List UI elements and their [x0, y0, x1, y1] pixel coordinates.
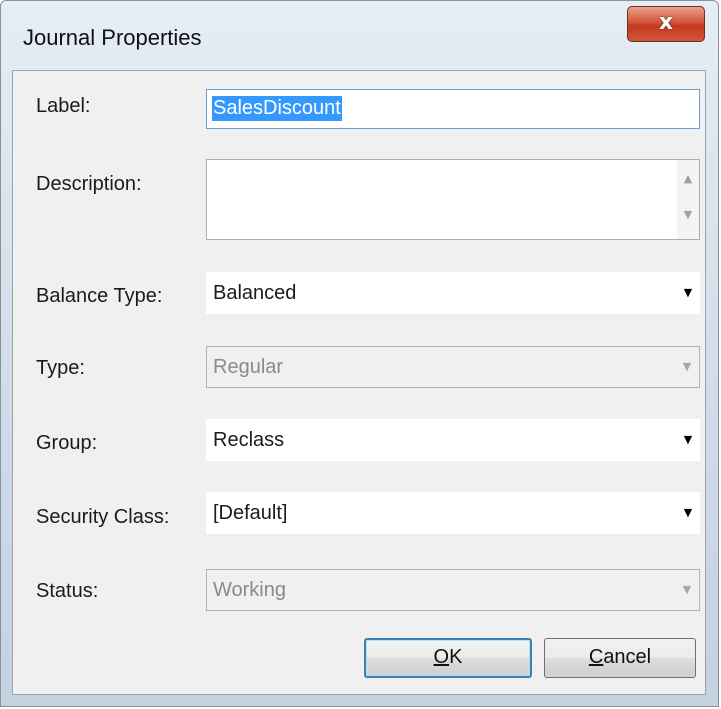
dialog-client-area: Label: SalesDiscount Description: ▲ ▼ Ba…	[12, 70, 706, 695]
close-icon: x	[658, 10, 674, 35]
type-dropdown: Regular ▼	[206, 346, 700, 388]
ok-button-label-rest: K	[449, 646, 463, 668]
description-field-label: Description:	[36, 173, 142, 195]
balance-type-field-label: Balance Type:	[36, 285, 163, 307]
close-button[interactable]: x	[627, 6, 705, 42]
group-value: Reclass	[213, 429, 285, 451]
cancel-button[interactable]: Cancel	[544, 638, 696, 678]
label-input-value: SalesDiscount	[212, 96, 342, 121]
security-class-field-label: Security Class:	[36, 506, 170, 528]
window-title: Journal Properties	[23, 25, 202, 50]
balance-type-dropdown[interactable]: Balanced ▼	[206, 272, 700, 314]
chevron-down-icon[interactable]: ▼	[676, 272, 700, 314]
scroll-down-arrow-icon[interactable]: ▼	[677, 208, 699, 221]
chevron-down-icon[interactable]: ▼	[676, 492, 700, 534]
chevron-down-icon: ▼	[682, 583, 692, 596]
group-field-label: Group:	[36, 432, 98, 454]
group-dropdown[interactable]: Reclass ▼	[206, 419, 700, 461]
description-input[interactable]: ▲ ▼	[206, 159, 700, 240]
label-input[interactable]: SalesDiscount	[206, 89, 700, 129]
scroll-up-arrow-icon[interactable]: ▲	[677, 172, 699, 185]
title-bar[interactable]: Journal Properties x	[1, 1, 718, 71]
balance-type-value: Balanced	[213, 282, 297, 304]
status-dropdown: Working ▼	[206, 569, 700, 611]
status-field-label: Status:	[36, 580, 99, 602]
ok-button[interactable]: OK	[364, 638, 532, 678]
chevron-down-icon: ▼	[682, 360, 692, 373]
dialog-window: Journal Properties x Label: SalesDiscoun…	[0, 0, 719, 707]
cancel-button-label-rest: ancel	[603, 646, 652, 668]
type-field-label: Type:	[36, 357, 85, 379]
chevron-down-icon[interactable]: ▼	[676, 419, 700, 461]
description-scrollbar[interactable]: ▲ ▼	[677, 160, 699, 239]
security-class-value: [Default]	[213, 502, 288, 524]
type-value: Regular	[213, 356, 284, 378]
label-field-label: Label:	[36, 95, 91, 117]
ok-button-mnemonic: O	[433, 646, 450, 668]
security-class-dropdown[interactable]: [Default] ▼	[206, 492, 700, 534]
cancel-button-mnemonic: C	[588, 646, 604, 668]
status-value: Working	[213, 579, 286, 601]
